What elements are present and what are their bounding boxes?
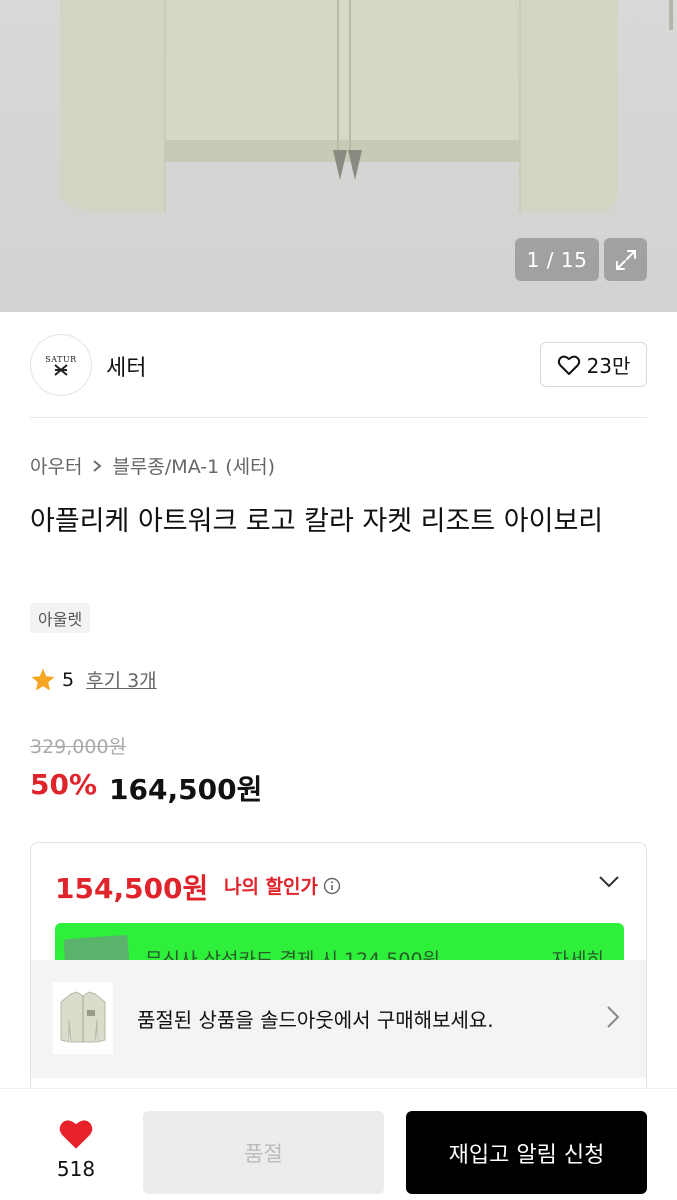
image-counter: 1 / 15 xyxy=(515,238,599,281)
brand-logo-text: SATUR xyxy=(45,354,77,364)
brand-mark-icon xyxy=(54,363,68,376)
sale-price: 164,500원 xyxy=(109,773,263,806)
heart-outline-icon xyxy=(557,355,580,375)
wish-count: 518 xyxy=(56,1157,96,1181)
breadcrumb-subcategory[interactable]: 블루종/MA-1 (세터) xyxy=(112,452,275,479)
jacket-thumbnail-icon xyxy=(60,991,106,1043)
chevron-right-icon xyxy=(607,1006,620,1028)
my-discount-price: 154,500원 xyxy=(55,872,209,905)
breadcrumb-category[interactable]: 아우터 xyxy=(30,452,82,479)
brand-row: SATUR 세터 23만 xyxy=(30,334,647,396)
outlet-tag: 아울렛 xyxy=(30,603,91,633)
brand-logo[interactable]: SATUR xyxy=(30,334,92,396)
brand-name[interactable]: 세터 xyxy=(106,350,146,382)
expand-icon xyxy=(615,249,636,270)
star-icon xyxy=(31,668,55,691)
soldout-thumbnail xyxy=(53,982,113,1054)
original-price: 329,000원 xyxy=(30,736,127,758)
rating: 5 후기 3개 xyxy=(30,666,157,693)
wish-button[interactable]: 518 xyxy=(46,1117,106,1181)
my-discount-label-group: 나의 할인가 xyxy=(224,872,341,899)
discount-percent: 50% xyxy=(30,768,98,801)
chevron-right-icon xyxy=(93,459,102,472)
sale-price-row: 50% 164,500원 xyxy=(30,768,262,808)
review-link[interactable]: 후기 3개 xyxy=(86,666,157,693)
chevron-down-icon[interactable] xyxy=(598,875,620,889)
my-discount-label: 나의 할인가 xyxy=(224,876,319,898)
restock-alert-button[interactable]: 재입고 알림 신청 xyxy=(406,1111,647,1194)
expand-button[interactable] xyxy=(604,238,647,281)
brand-like-count: 23만 xyxy=(586,354,631,378)
info-icon[interactable] xyxy=(323,877,341,895)
soldout-banner[interactable]: 품절된 상품을 솔드아웃에서 구매해보세요. xyxy=(31,960,646,1078)
soldout-banner-text: 품절된 상품을 솔드아웃에서 구매해보세요. xyxy=(137,1008,494,1032)
divider xyxy=(30,417,647,418)
product-image[interactable]: 1 / 15 xyxy=(0,0,677,312)
breadcrumb: 아우터 블루종/MA-1 (세터) xyxy=(30,452,275,479)
brand-like-button[interactable]: 23만 xyxy=(540,342,647,387)
rating-score: 5 xyxy=(62,668,75,691)
bottom-action-bar: 518 품절 재입고 알림 신청 xyxy=(0,1088,677,1200)
heart-filled-icon xyxy=(59,1120,93,1149)
soldout-button[interactable]: 품절 xyxy=(143,1111,384,1194)
product-title: 아플리케 아트워크 로고 칼라 자켓 리조트 아이보리 xyxy=(30,506,604,537)
